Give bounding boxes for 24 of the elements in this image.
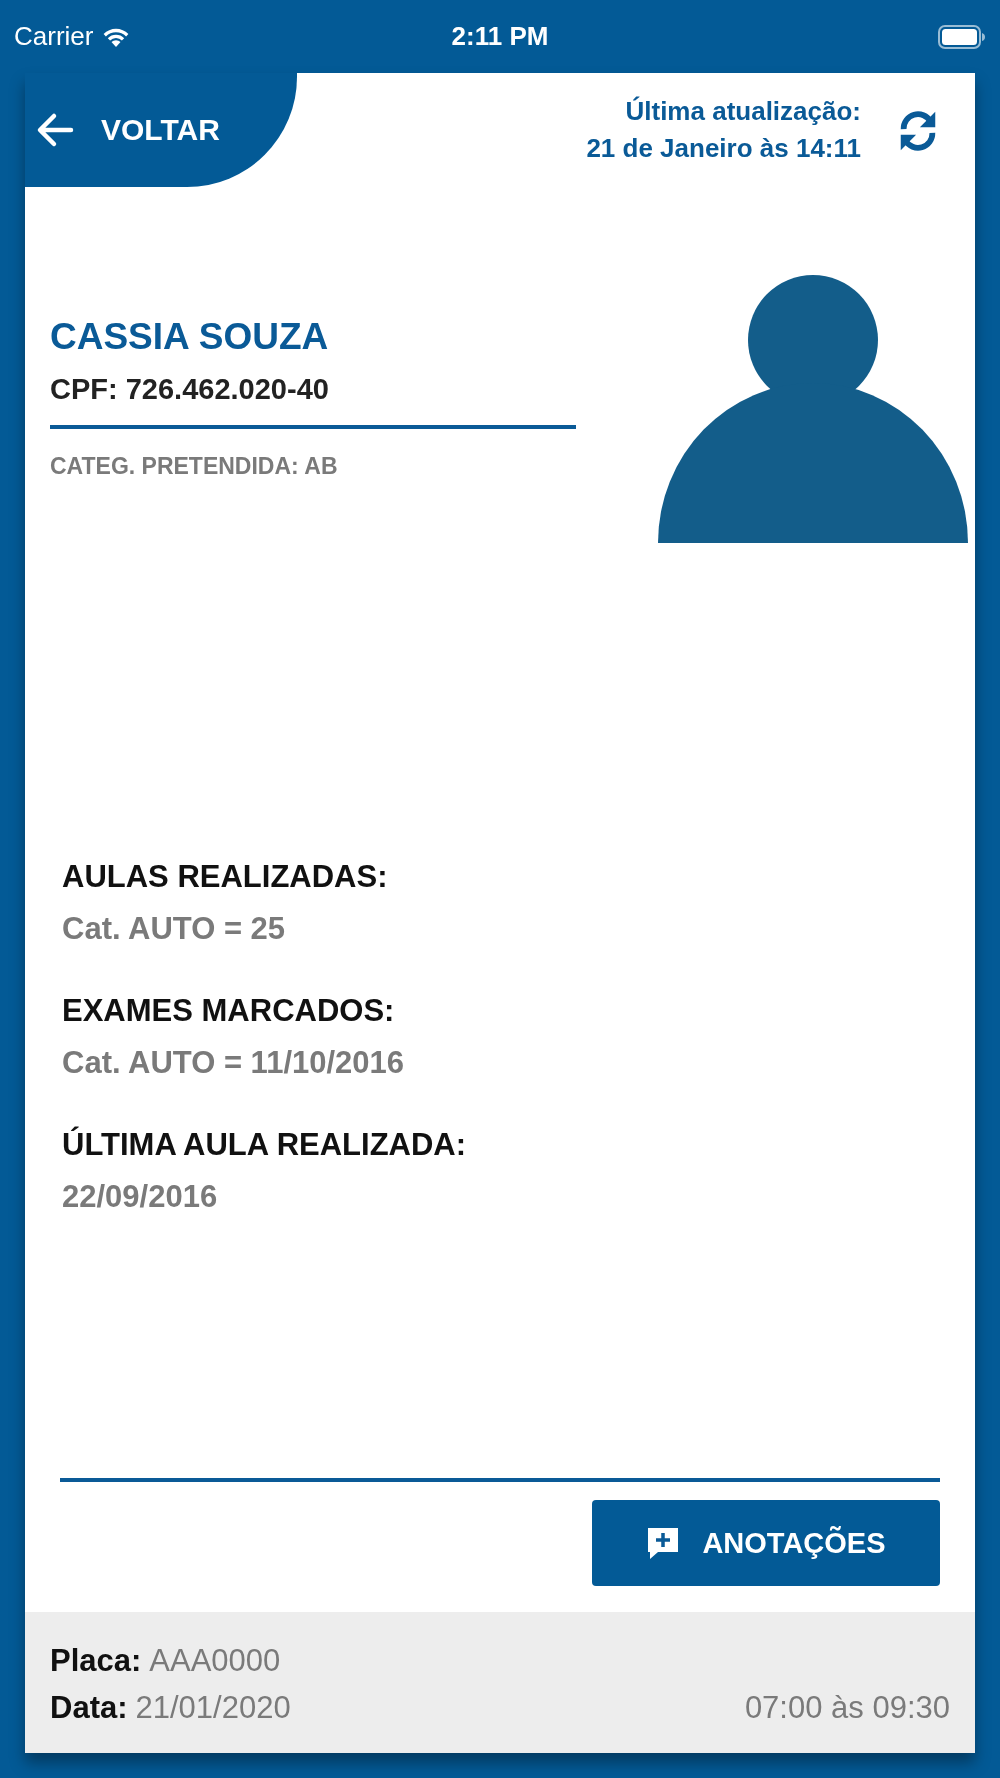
update-time: 21 de Janeiro às 14:11 — [586, 132, 861, 165]
update-label: Última atualização: — [625, 95, 861, 128]
section-heading: ÚLTIMA AULA REALIZADA: — [62, 1125, 468, 1164]
section-heading: EXAMES MARCADOS: — [62, 992, 396, 1030]
back-arrow-icon — [35, 112, 75, 148]
student-name: CASSIA SOUZA — [50, 315, 330, 359]
date-value: 21/01/2020 — [135, 1690, 291, 1725]
time-range: 07:00 às 09:30 — [744, 1689, 950, 1727]
carrier-label: Carrier — [14, 21, 94, 52]
section-value: Cat. AUTO = 25 — [62, 910, 287, 948]
section-heading: AULAS REALIZADAS: — [62, 858, 389, 896]
battery-icon — [938, 24, 986, 49]
section-value: Cat. AUTO = 11/10/2016 — [62, 1044, 406, 1082]
clock-time: 2:11 PM — [451, 21, 549, 52]
date-label: Data: — [50, 1690, 128, 1725]
category-text: CATEG. PRETENDIDA: AB — [50, 453, 339, 480]
plate-value: AAA0000 — [149, 1643, 281, 1678]
add-comment-icon — [646, 1526, 681, 1560]
cpf-text: CPF: 726.462.020-40 — [50, 372, 330, 407]
plate-label: Placa: — [50, 1643, 142, 1678]
back-button[interactable]: VOLTAR — [25, 73, 297, 187]
section-value: 22/09/2016 — [62, 1178, 219, 1216]
avatar-icon — [658, 273, 968, 543]
notes-button[interactable]: ANOTAÇÕES — [592, 1500, 940, 1586]
